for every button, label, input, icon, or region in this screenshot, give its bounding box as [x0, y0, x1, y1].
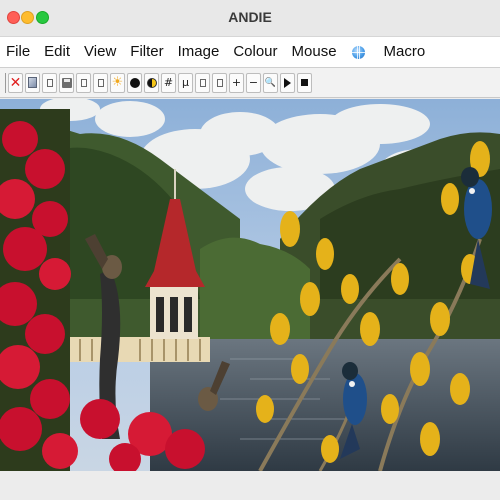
play-macro-button[interactable]: [280, 72, 295, 93]
blank-icon: [80, 78, 87, 87]
close-image-button[interactable]: ✕: [8, 72, 23, 93]
menu-edit[interactable]: Edit: [37, 37, 77, 67]
toolbar-button-3[interactable]: [42, 72, 57, 93]
menu-image[interactable]: Image: [171, 37, 227, 67]
toolbar-button-12[interactable]: [195, 72, 210, 93]
contrast-button[interactable]: [144, 72, 159, 93]
magnifier-icon: 🔍: [264, 77, 277, 88]
open-file-icon: [28, 77, 37, 88]
menu-filter[interactable]: Filter: [123, 37, 170, 67]
zoom-in-button[interactable]: +: [229, 72, 244, 93]
menu-macro[interactable]: Macro: [377, 37, 433, 67]
menu-file[interactable]: File: [0, 37, 37, 67]
blank-icon: [199, 78, 206, 87]
title-bar: ANDIE: [0, 0, 500, 37]
save-button[interactable]: [59, 72, 74, 93]
image-canvas[interactable]: [0, 99, 500, 471]
half-circle-icon: [146, 77, 157, 88]
toolbar-button-13[interactable]: [212, 72, 227, 93]
mu-icon: μ: [182, 76, 189, 89]
menu-colour[interactable]: Colour: [226, 37, 284, 67]
play-icon: [284, 77, 291, 88]
globe-icon[interactable]: [351, 45, 365, 59]
menu-mouse[interactable]: Mouse: [285, 37, 344, 67]
brightness-icon: ☀: [111, 75, 124, 90]
toolbar-separator: [5, 72, 6, 93]
greyscale-button[interactable]: [127, 72, 142, 93]
menu-bar: File Edit View Filter Image Colour Mouse…: [0, 37, 500, 68]
close-icon: ✕: [9, 74, 22, 91]
toolbar: ✕ ☀ # μ + − 🔍: [0, 68, 500, 98]
zoom-out-button[interactable]: −: [246, 72, 261, 93]
blank-icon: [216, 78, 223, 87]
blank-icon: [97, 78, 104, 87]
save-icon: [61, 77, 72, 88]
window-title: ANDIE: [228, 9, 272, 25]
mean-filter-button[interactable]: μ: [178, 72, 193, 93]
brightness-button[interactable]: ☀: [110, 72, 125, 93]
open-file-button[interactable]: [25, 72, 40, 93]
sharpen-icon: #: [163, 76, 174, 89]
menu-view[interactable]: View: [77, 37, 123, 67]
loaded-image: [0, 99, 500, 471]
blank-icon: [46, 78, 53, 87]
plus-icon: +: [231, 76, 242, 89]
toolbar-button-5[interactable]: [76, 72, 91, 93]
minus-icon: −: [248, 76, 259, 89]
zoom-button[interactable]: 🔍: [263, 72, 278, 93]
toolbar-button-6[interactable]: [93, 72, 108, 93]
app-window: ANDIE File Edit View Filter Image Colour…: [0, 0, 500, 500]
window-bottom: [0, 471, 500, 500]
stop-icon: [301, 79, 308, 86]
sharpen-button[interactable]: #: [161, 72, 176, 93]
stop-macro-button[interactable]: [297, 72, 312, 93]
filled-circle-icon: [129, 77, 140, 88]
